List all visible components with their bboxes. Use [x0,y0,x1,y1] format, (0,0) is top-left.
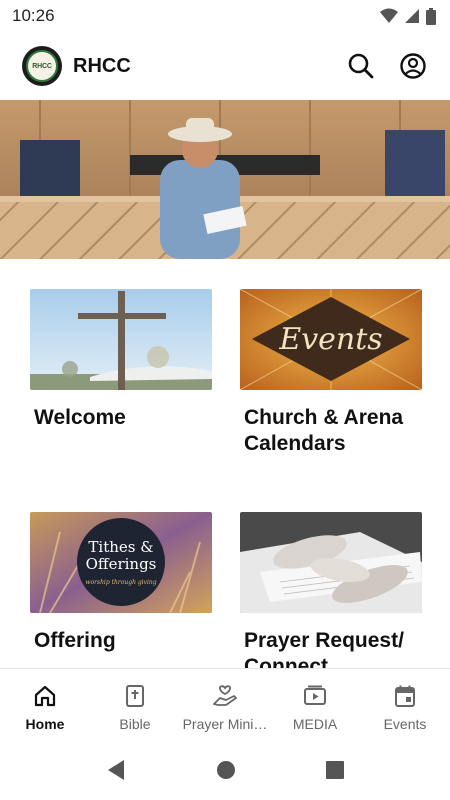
nav-prayer-label: Prayer Mini… [182,716,268,732]
nav-bible-label: Bible [119,716,151,732]
nav-prayer-ministry[interactable]: Prayer Mini… [180,669,270,740]
church-logo[interactable]: RHCC [22,46,62,86]
nav-events-label: Events [383,716,427,732]
wifi-icon [380,8,398,23]
media-icon [302,683,328,709]
prayer-card-image [240,512,422,613]
welcome-card[interactable]: Welcome [30,289,212,431]
worship-stage-photo [0,100,450,259]
back-icon[interactable] [106,759,126,781]
search-button[interactable] [346,51,376,81]
logo-emblem: RHCC [26,50,58,82]
nav-media[interactable]: MEDIA [270,669,360,740]
welcome-card-title: Welcome [34,406,126,429]
offering-image-subtext: worship through giving [85,579,156,586]
calendars-card[interactable]: Events Church & Arena Calendars [240,289,422,457]
status-time: 10:26 [12,6,55,25]
events-image-text: Events [278,322,382,357]
app-title: RHCC [73,54,131,77]
signal-icon [405,9,419,23]
prayer-request-card[interactable]: Prayer Request/ Connect [240,512,422,680]
offering-card[interactable]: Tithes & Offerings worship through givin… [30,512,212,654]
hero-banner-image[interactable] [0,100,450,259]
nav-bible[interactable]: Bible [90,669,180,740]
events-card-image: Events [240,289,422,390]
offering-card-title: Offering [34,629,116,652]
profile-button[interactable] [398,51,428,81]
bible-icon [122,683,148,709]
calendars-card-title: Church & Arena Calendars [244,406,404,455]
recents-icon[interactable] [326,761,344,779]
svg-text:Offerings: Offerings [86,555,157,573]
svg-text:Tithes &: Tithes & [88,538,153,556]
bottom-navigation: Home Bible Prayer Mini… MEDIA Events [0,668,450,740]
prayer-hands-icon [212,683,238,709]
welcome-card-image [30,289,212,390]
calendar-icon [392,683,418,709]
nav-home[interactable]: Home [0,669,90,740]
nav-home-label: Home [25,716,65,732]
home-circle-icon[interactable] [216,760,236,780]
system-navigation-bar [0,740,450,800]
app-bar: RHCC RHCC [0,38,450,94]
nav-media-label: MEDIA [292,716,338,732]
search-icon [348,53,374,79]
logo-text: RHCC [32,62,52,70]
offering-card-image: Tithes & Offerings worship through givin… [30,512,212,613]
status-icons [380,7,436,25]
battery-icon [426,7,436,25]
home-icon [32,683,58,709]
account-circle-icon [400,53,426,79]
nav-events[interactable]: Events [360,669,450,740]
status-bar: 10:26 [0,0,450,32]
